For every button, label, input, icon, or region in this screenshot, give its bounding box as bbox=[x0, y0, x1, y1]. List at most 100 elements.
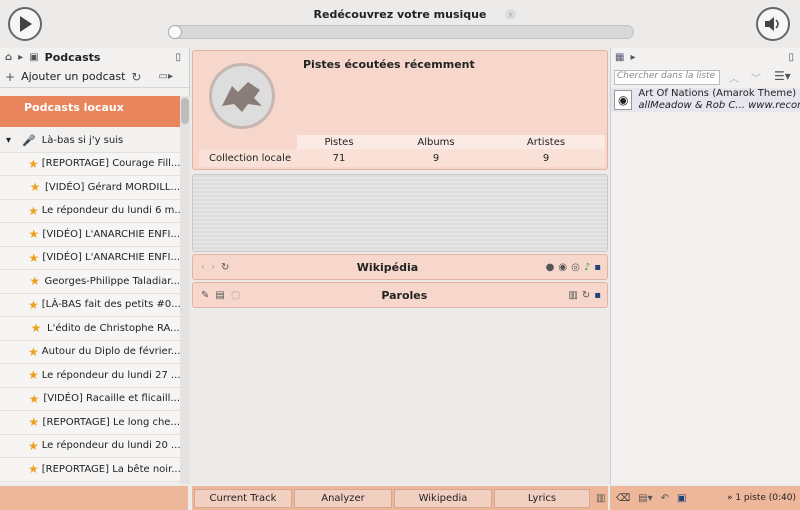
playlist-search-input[interactable]: Chercher dans la liste bbox=[614, 70, 720, 85]
play-button[interactable] bbox=[8, 7, 42, 41]
home-icon[interactable]: ⌂ bbox=[5, 52, 12, 63]
episode-title: Le répondeur du lundi 27 ... bbox=[41, 369, 180, 381]
playlist-status-bar: ⌫ ▤▾ ↶ ▣ » 1 piste (0:40) bbox=[610, 486, 800, 510]
list-item[interactable]: ★ [VIDÉO] Racaille et flicaill... bbox=[0, 387, 180, 411]
forward-icon[interactable]: › bbox=[211, 262, 215, 273]
edit-icon[interactable]: ✎ bbox=[201, 290, 209, 301]
list-item[interactable]: ★ [REPORTAGE] Courage Fill... bbox=[0, 152, 180, 176]
episode-list: ▾ 🎤 Là-bas si j'y suis ★ [REPORTAGE] Cour… bbox=[0, 129, 180, 482]
channel-icon: 🎤 bbox=[22, 133, 36, 147]
applet-tabs: Current Track Analyzer Wikipedia Lyrics … bbox=[192, 486, 608, 510]
list-item[interactable]: ★ Georges-Philippe Taladiar... bbox=[0, 270, 180, 294]
star-icon: ★ bbox=[28, 227, 40, 242]
episode-title: L'édito de Christophe RA... bbox=[47, 322, 180, 334]
stats-table: Pistes Albums Artistes Collection locale… bbox=[199, 135, 605, 167]
star-icon: ★ bbox=[28, 156, 39, 171]
chevron-right-icon: ▸ bbox=[18, 51, 24, 63]
podcast-panel: ⌂ ▸ ▣ Podcasts ▯ + Ajouter un podcast ↻ … bbox=[0, 48, 190, 484]
applet-config-icon[interactable]: ▥ bbox=[596, 493, 605, 504]
album-icon[interactable]: ◎ bbox=[571, 262, 580, 273]
episode-title: [LÀ-BAS fait des petits #0... bbox=[41, 299, 180, 311]
stats-value: 9 bbox=[542, 152, 550, 164]
episode-title: [VIDÉO] Gérard MORDILL... bbox=[44, 181, 180, 193]
refresh-icon[interactable]: ↻ bbox=[582, 290, 590, 301]
panel-menu-icon[interactable]: ▯ bbox=[175, 52, 181, 63]
chevron-up-icon[interactable]: ︿ bbox=[729, 70, 739, 85]
star-icon: ★ bbox=[28, 415, 40, 430]
view-options-icon[interactable]: ▭▸ bbox=[159, 71, 173, 82]
stats-header: Pistes bbox=[324, 136, 354, 148]
menu-icon[interactable]: ☰▾ bbox=[774, 69, 791, 83]
star-icon: ★ bbox=[28, 344, 39, 359]
star-icon: ★ bbox=[28, 203, 39, 218]
save-icon[interactable]: ▤ bbox=[215, 290, 224, 301]
tab-current-track[interactable]: Current Track bbox=[194, 488, 292, 508]
recent-title: Pistes écoutées récemment bbox=[303, 58, 475, 71]
cancel-icon[interactable]: ▢ bbox=[231, 290, 240, 301]
back-icon[interactable]: ‹ bbox=[201, 262, 205, 273]
track-icon[interactable]: ♪ bbox=[584, 262, 590, 273]
episode-title: Autour du Diplo de février... bbox=[41, 346, 180, 358]
composer-icon[interactable]: ◉ bbox=[558, 262, 567, 273]
list-item[interactable]: ★ Le répondeur du lundi 6 m... bbox=[0, 199, 180, 223]
list-item[interactable]: ★ [VIDÉO] L'ANARCHIE ENFI... bbox=[0, 246, 180, 270]
playlist-track[interactable]: ◉ Art Of Nations (Amarok Theme) allMeado… bbox=[611, 88, 800, 112]
breadcrumb-label[interactable]: Podcasts bbox=[45, 51, 101, 64]
list-item[interactable]: ★ L'édito de Christophe RA... bbox=[0, 317, 180, 341]
playlist-panel: ▦ ▸ ▯ Chercher dans la liste ︿ ﹀ ☰▾ ◉ Ar… bbox=[610, 48, 800, 484]
settings-icon[interactable]: ▪ bbox=[594, 290, 601, 301]
track-artist: allMeadow & Rob C... bbox=[638, 100, 745, 111]
progress-knob[interactable] bbox=[168, 25, 182, 39]
tab-wikipedia[interactable]: Wikipedia bbox=[394, 488, 492, 508]
list-item[interactable]: ★ [REPORTAGE] Le long che... bbox=[0, 411, 180, 435]
channel-row[interactable]: ▾ 🎤 Là-bas si j'y suis bbox=[0, 129, 180, 153]
undo-icon[interactable]: ↶ bbox=[661, 493, 669, 504]
channel-label: Là-bas si j'y suis bbox=[41, 134, 124, 146]
collection-label: Collection locale bbox=[209, 152, 292, 164]
stats-row: Collection locale 71 9 9 bbox=[199, 149, 605, 167]
list-item[interactable]: ★ [VIDÉO] Gérard MORDILL... bbox=[0, 176, 180, 200]
podcast-toolbar: + Ajouter un podcast ↻ ▭▸ bbox=[0, 66, 189, 88]
local-podcasts-header[interactable]: Podcasts locaux bbox=[0, 96, 180, 127]
scrollbar-thumb[interactable] bbox=[181, 98, 189, 124]
star-icon: ★ bbox=[29, 180, 41, 195]
chevron-down-icon[interactable]: ﹀ bbox=[751, 70, 761, 85]
playlist-status: » 1 piste (0:40) bbox=[726, 493, 796, 503]
list-item[interactable]: ★ Le répondeur du lundi 27 ... bbox=[0, 364, 180, 388]
font-icon[interactable]: ▥ bbox=[568, 290, 577, 301]
save-playlist-icon[interactable]: ▤▾ bbox=[638, 493, 652, 504]
episode-scrollbar[interactable] bbox=[180, 96, 190, 484]
tab-lyrics[interactable]: Lyrics bbox=[494, 488, 590, 508]
stats-value: 71 bbox=[332, 152, 346, 164]
list-item[interactable]: ★ [VIDÉO] L'ANARCHIE ENFI... bbox=[0, 223, 180, 247]
episode-title: [REPORTAGE] Le long che... bbox=[42, 416, 180, 428]
star-icon: ★ bbox=[28, 391, 40, 406]
star-icon: ★ bbox=[28, 297, 39, 312]
list-item[interactable]: ★ Le répondeur du lundi 20 ... bbox=[0, 434, 180, 458]
reload-icon[interactable]: ↻ bbox=[221, 262, 229, 273]
expand-icon[interactable]: ▾ bbox=[6, 135, 22, 146]
tab-analyzer[interactable]: Analyzer bbox=[294, 488, 392, 508]
list-item[interactable]: ★ [LÀ-BAS fait des petits #0... bbox=[0, 293, 180, 317]
settings-icon[interactable]: ▪ bbox=[594, 262, 601, 273]
star-icon: ★ bbox=[29, 274, 41, 289]
add-icon[interactable]: + bbox=[5, 70, 15, 84]
lyrics-applet: ✎ ▤ ▢ Paroles ▥ ↻ ▪ bbox=[192, 282, 608, 308]
list-item[interactable]: ★ [REPORTAGE] La bête noir... bbox=[0, 458, 180, 482]
stats-value: 9 bbox=[432, 152, 440, 164]
refresh-icon[interactable]: ↻ bbox=[131, 70, 141, 84]
volume-button[interactable] bbox=[756, 7, 790, 41]
episode-title: [VIDÉO] Racaille et flicaill... bbox=[43, 393, 180, 405]
layout-icon[interactable]: ▣ bbox=[677, 493, 686, 504]
stats-header: Albums bbox=[417, 136, 455, 148]
add-podcast-button[interactable]: Ajouter un podcast bbox=[21, 70, 125, 83]
track-title: Art Of Nations (Amarok Theme) bbox=[638, 88, 797, 99]
stats-header-row: Pistes Albums Artistes bbox=[199, 135, 605, 149]
list-item[interactable]: ★ Autour du Diplo de février... bbox=[0, 340, 180, 364]
progress-bar[interactable] bbox=[168, 25, 634, 39]
player-title: Redécouvrez votre musique bbox=[313, 8, 487, 21]
artist-icon[interactable]: ● bbox=[546, 262, 555, 273]
info-icon[interactable]: x bbox=[505, 9, 516, 20]
panel-menu-icon[interactable]: ▯ bbox=[788, 52, 794, 63]
clear-playlist-icon[interactable]: ⌫ bbox=[616, 493, 630, 504]
